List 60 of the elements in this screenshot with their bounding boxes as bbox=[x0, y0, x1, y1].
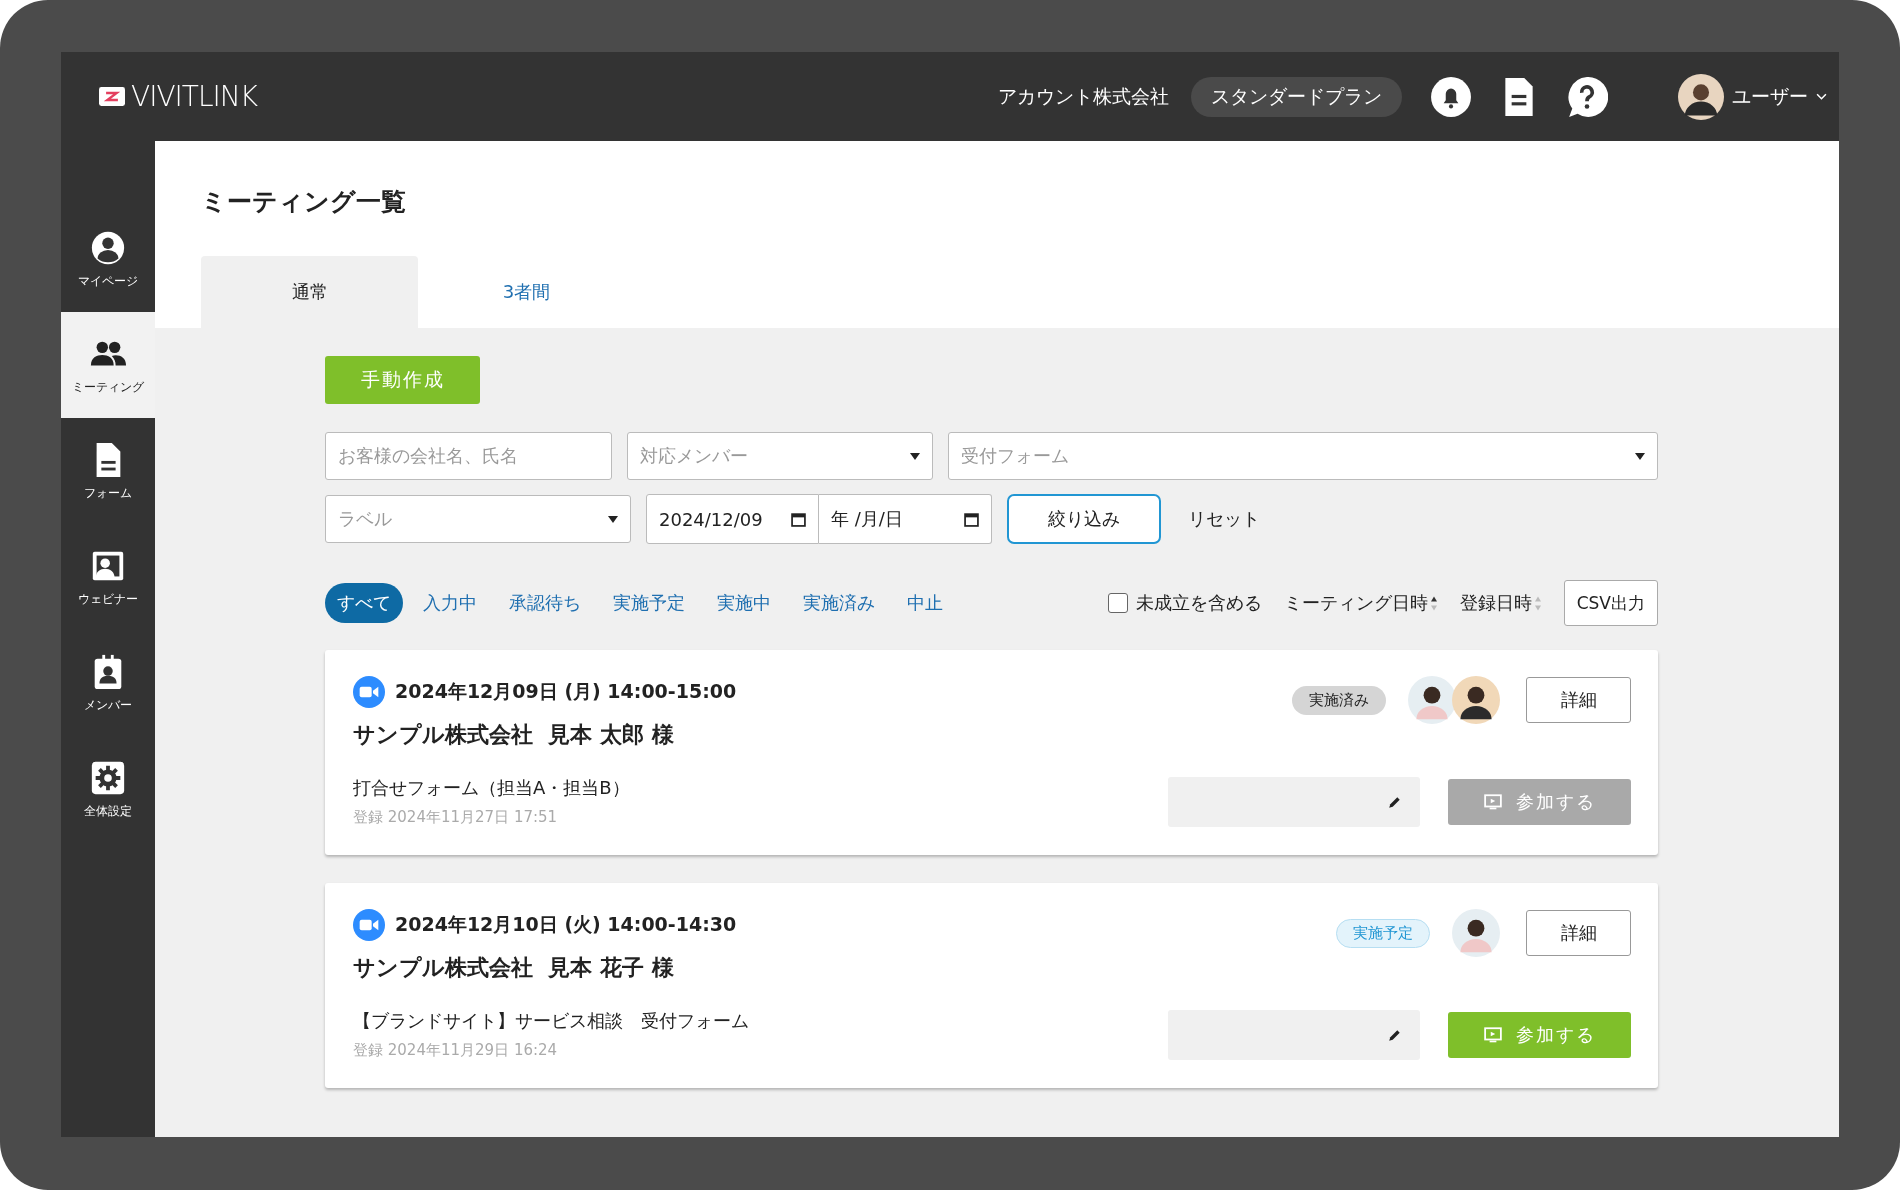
page-title: ミーティング一覧 bbox=[201, 186, 407, 218]
form-name: 【ブランドサイト】サービス相談 受付フォーム bbox=[353, 1009, 749, 1033]
status-filter[interactable]: 承認待ち bbox=[497, 583, 593, 623]
status-filter[interactable]: 実施予定 bbox=[601, 583, 697, 623]
customer-name: サンプル株式会社 見本 太郎 様 bbox=[353, 721, 675, 749]
start-date-field[interactable]: 2024/12/09 bbox=[646, 494, 819, 544]
help-icon[interactable] bbox=[1566, 75, 1608, 118]
screen-icon bbox=[1483, 1027, 1502, 1043]
detail-button[interactable]: 詳細 bbox=[1526, 677, 1631, 723]
registered-date: 登録 2024年11月29日 16:24 bbox=[353, 1041, 559, 1060]
meeting-datetime: 2024年12月10日 (火) 14:00-14:30 bbox=[395, 912, 737, 937]
memo-field[interactable] bbox=[1168, 1010, 1420, 1060]
calendar-icon[interactable] bbox=[964, 511, 979, 527]
status-tag: 実施予定 bbox=[1336, 918, 1430, 948]
sort-header[interactable]: 登録日時 bbox=[1459, 591, 1542, 615]
chevron-down-icon[interactable] bbox=[1816, 93, 1827, 100]
tab[interactable]: 3者間 bbox=[418, 256, 635, 328]
pencil-icon[interactable] bbox=[1388, 1028, 1402, 1042]
csv-export-button[interactable]: CSV出力 bbox=[1563, 580, 1658, 626]
sidebar-item[interactable]: メンバー bbox=[61, 630, 155, 736]
detail-button[interactable]: 詳細 bbox=[1526, 910, 1631, 956]
avatar bbox=[1408, 676, 1456, 724]
video-camera-icon bbox=[353, 909, 385, 941]
status-filter[interactable]: 入力中 bbox=[411, 583, 489, 623]
avatar bbox=[1452, 676, 1500, 724]
notification-icon[interactable] bbox=[1430, 75, 1472, 118]
registered-date: 登録 2024年11月27日 17:51 bbox=[353, 808, 559, 827]
video-camera-icon bbox=[353, 676, 385, 708]
end-date-field[interactable]: 年 /月/日 bbox=[819, 494, 992, 544]
status-tag: 実施済み bbox=[1292, 685, 1386, 715]
reset-button[interactable]: リセット bbox=[1176, 507, 1272, 531]
checkbox[interactable] bbox=[1107, 593, 1128, 613]
sidebar-item[interactable]: マイページ bbox=[61, 206, 155, 312]
checkbox-label[interactable]: 未成立を含める bbox=[1135, 591, 1262, 615]
status-filter[interactable]: 中止 bbox=[895, 583, 955, 623]
plan-badge: スタンダードプラン bbox=[1191, 76, 1402, 117]
customer-name: サンプル株式会社 見本 花子 様 bbox=[353, 954, 675, 982]
meeting-datetime: 2024年12月09日 (月) 14:00-15:00 bbox=[395, 679, 737, 704]
user-name[interactable]: ユーザー bbox=[1732, 83, 1808, 110]
screen-icon bbox=[1483, 794, 1502, 810]
sidebar-item[interactable]: ミーティング bbox=[61, 312, 155, 418]
status-filter[interactable]: 実施中 bbox=[705, 583, 783, 623]
status-filter[interactable]: すべて bbox=[325, 583, 403, 623]
sidebar-item[interactable]: 全体設定 bbox=[61, 736, 155, 842]
account-name: アカウント株式会社 bbox=[998, 83, 1169, 109]
form-name: 打合せフォーム（担当A・担当B） bbox=[353, 776, 631, 800]
sidebar-item[interactable]: ウェビナー bbox=[61, 524, 155, 630]
logo-icon bbox=[99, 87, 125, 106]
memo-field[interactable] bbox=[1168, 777, 1420, 827]
sort-header[interactable]: ミーティング日時 bbox=[1283, 591, 1438, 615]
sidebar-item[interactable]: フォーム bbox=[61, 418, 155, 524]
logo-text: VIVITLINK bbox=[131, 80, 258, 113]
tab[interactable]: 通常 bbox=[201, 256, 418, 328]
document-icon[interactable] bbox=[1502, 75, 1536, 118]
calendar-icon[interactable] bbox=[791, 511, 806, 527]
status-filter[interactable]: 実施済み bbox=[791, 583, 887, 623]
avatar[interactable] bbox=[1678, 73, 1724, 120]
pencil-icon[interactable] bbox=[1388, 795, 1402, 809]
avatar bbox=[1452, 909, 1500, 957]
filter-button[interactable]: 絞り込み bbox=[1007, 494, 1161, 544]
